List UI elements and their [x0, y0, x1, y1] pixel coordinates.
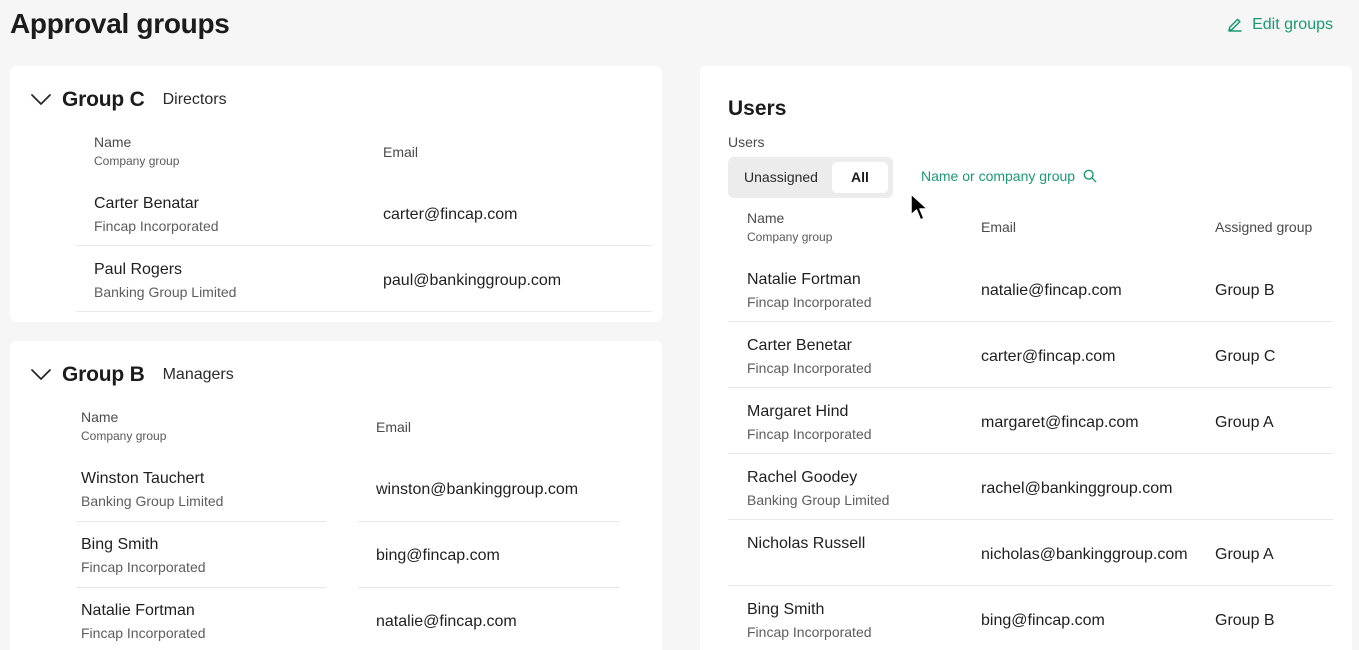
member-email: paul@bankinggroup.com	[383, 272, 562, 289]
user-company: Fincap Incorporated	[747, 426, 872, 442]
member-name: Paul Rogers	[94, 261, 183, 278]
row-divider	[728, 387, 1333, 388]
user-assigned-group: Group A	[1215, 414, 1274, 431]
group-role: Managers	[162, 366, 234, 383]
member-name: Winston Tauchert	[81, 470, 205, 487]
pencil-icon	[1228, 18, 1242, 32]
user-email: bing@fincap.com	[981, 612, 1105, 629]
member-email: bing@fincap.com	[376, 547, 500, 564]
member-company: Banking Group Limited	[94, 284, 237, 300]
column-header-company-label: Company group	[94, 154, 180, 168]
row-divider	[728, 321, 1333, 322]
user-name: Margaret Hind	[747, 403, 849, 420]
member-name: Carter Benatar	[94, 195, 199, 212]
group-c-card: Group C Directors Name Company group Ema…	[10, 66, 662, 322]
column-header-name: Name Company group	[81, 409, 166, 443]
group-c-header[interactable]: Group C Directors	[30, 88, 227, 112]
group-b-header[interactable]: Group B Managers	[30, 363, 234, 387]
users-panel: Users Users Unassigned All Name or compa…	[700, 66, 1352, 650]
mouse-cursor-icon	[910, 193, 929, 221]
user-email: carter@fincap.com	[981, 348, 1116, 365]
column-header-name-label: Name	[94, 134, 132, 150]
member-email: carter@fincap.com	[383, 206, 518, 223]
member-company: Fincap Incorporated	[94, 218, 219, 234]
search-input[interactable]: Name or company group	[921, 168, 1097, 184]
approval-groups-page: Approval groups Edit groups Group C Dire…	[0, 0, 1359, 650]
user-assigned-group: Group A	[1215, 546, 1274, 563]
member-email: winston@bankinggroup.com	[376, 481, 579, 498]
user-email: margaret@fincap.com	[981, 414, 1139, 431]
group-b-card: Group B Managers Name Company group Emai…	[10, 341, 662, 650]
users-column-header-name: Name Company group	[747, 210, 832, 244]
row-divider	[76, 245, 652, 246]
column-header-email: Email	[383, 144, 419, 160]
group-name: Group C	[62, 88, 145, 111]
member-name: Natalie Fortman	[81, 602, 195, 619]
chevron-down-icon[interactable]	[30, 364, 52, 386]
column-header-email: Email	[376, 419, 412, 435]
member-company: Banking Group Limited	[81, 493, 224, 509]
search-placeholder: Name or company group	[921, 168, 1076, 184]
column-header-company-label: Company group	[81, 429, 167, 443]
users-filter-toggle: Unassigned All	[728, 157, 893, 198]
member-email: natalie@fincap.com	[376, 613, 517, 630]
user-name: Rachel Goodey	[747, 469, 858, 486]
column-header-name-label: Name	[81, 409, 119, 425]
users-column-header-group: Assigned group	[1215, 219, 1313, 235]
tab-all[interactable]: All	[832, 162, 888, 193]
member-company: Fincap Incorporated	[81, 559, 206, 575]
tab-unassigned[interactable]: Unassigned	[732, 162, 830, 193]
column-header-name: Name Company group	[94, 134, 179, 168]
member-company: Fincap Incorporated	[81, 625, 206, 641]
row-divider	[76, 587, 326, 588]
row-divider	[728, 585, 1333, 586]
member-name: Bing Smith	[81, 536, 159, 553]
row-divider	[728, 519, 1333, 520]
user-email: natalie@fincap.com	[981, 282, 1122, 299]
chevron-down-icon[interactable]	[30, 89, 52, 111]
user-company: Fincap Incorporated	[747, 624, 872, 640]
row-divider	[728, 453, 1333, 454]
user-name: Nicholas Russell	[747, 535, 866, 552]
users-column-header-name-label: Name	[747, 210, 785, 226]
page-title: Approval groups	[10, 8, 230, 39]
users-column-header-company-label: Company group	[747, 230, 833, 244]
search-icon	[1083, 169, 1097, 183]
user-assigned-group: Group B	[1215, 612, 1275, 629]
user-company: Fincap Incorporated	[747, 294, 872, 310]
user-name: Carter Benetar	[747, 337, 852, 354]
users-title: Users	[728, 97, 787, 120]
user-assigned-group: Group C	[1215, 348, 1276, 365]
user-email: nicholas@bankinggroup.com	[981, 546, 1188, 563]
row-divider	[76, 311, 652, 312]
edit-groups-button[interactable]: Edit groups	[1226, 16, 1333, 34]
user-name: Natalie Fortman	[747, 271, 861, 288]
row-divider	[358, 587, 620, 588]
user-email: rachel@bankinggroup.com	[981, 480, 1173, 497]
edit-groups-label: Edit groups	[1252, 16, 1333, 33]
user-company: Banking Group Limited	[747, 492, 890, 508]
users-filter-label: Users	[728, 134, 765, 150]
group-role: Directors	[162, 91, 227, 108]
user-company: Fincap Incorporated	[747, 360, 872, 376]
users-column-header-email: Email	[981, 219, 1017, 235]
user-assigned-group: Group B	[1215, 282, 1275, 299]
row-divider	[358, 521, 620, 522]
group-name: Group B	[62, 363, 145, 386]
user-name: Bing Smith	[747, 601, 825, 618]
row-divider	[76, 521, 326, 522]
